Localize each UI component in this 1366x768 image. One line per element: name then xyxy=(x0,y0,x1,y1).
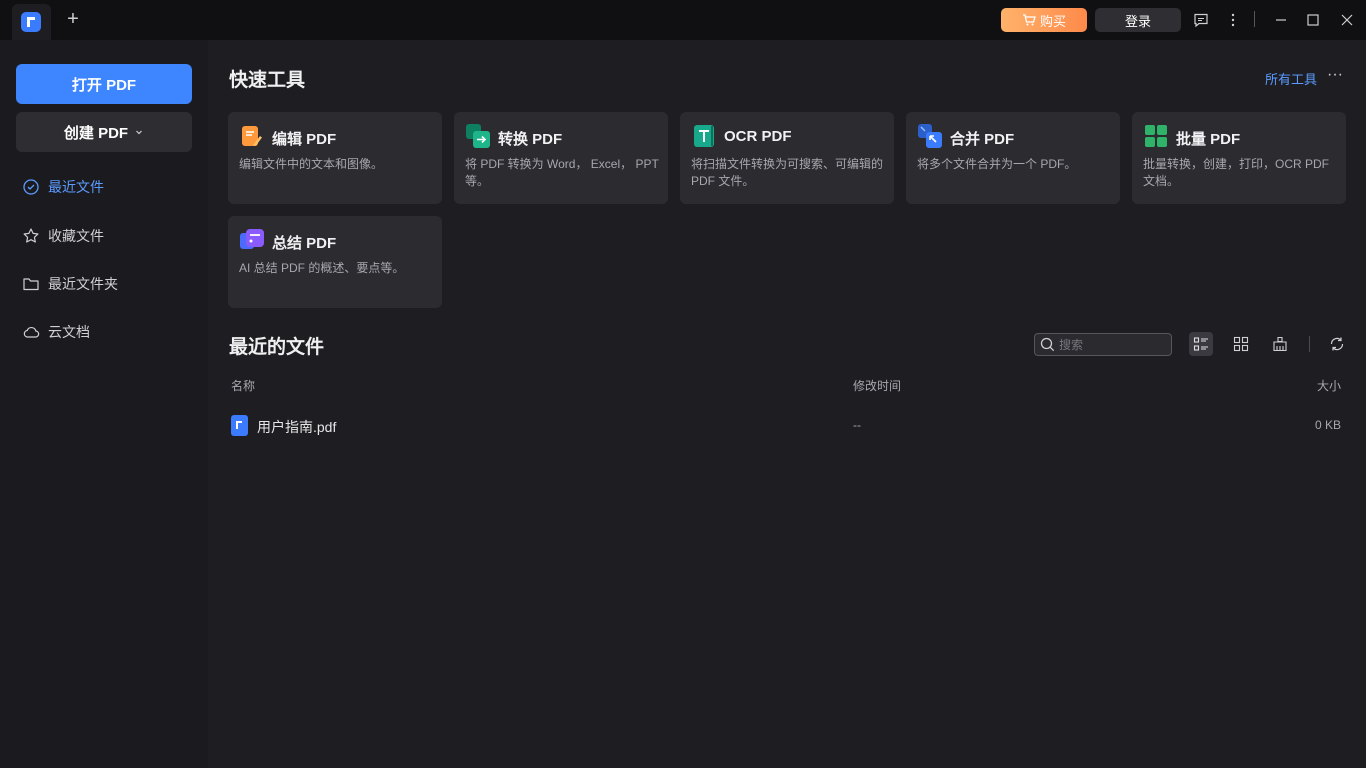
close-icon[interactable] xyxy=(1336,9,1358,31)
create-pdf-button[interactable]: 创建 PDF xyxy=(16,112,192,152)
tool-card-merge-pdf[interactable]: 合并 PDF 将多个文件合并为一个 PDF。 xyxy=(906,112,1120,204)
buy-button[interactable]: 购买 xyxy=(1001,8,1087,32)
tool-description: AI 总结 PDF 的概述、要点等。 xyxy=(239,261,405,275)
pdf-file-icon xyxy=(231,415,248,436)
more-menu-icon[interactable] xyxy=(1222,9,1244,31)
titlebar-separator xyxy=(1254,11,1255,27)
toolbar-separator xyxy=(1309,336,1310,352)
all-tools-link[interactable]: 所有工具 xyxy=(1265,69,1317,88)
tool-name: OCR PDF xyxy=(724,128,792,145)
create-pdf-label: 创建 PDF xyxy=(63,124,129,142)
login-label: 登录 xyxy=(1124,13,1151,29)
column-header-size[interactable]: 大小 xyxy=(1317,377,1341,394)
file-modified: -- xyxy=(853,418,861,432)
column-header-modified[interactable]: 修改时间 xyxy=(853,377,901,394)
tool-card-edit-pdf[interactable]: 编辑 PDF 编辑文件中的文本和图像。 xyxy=(228,112,442,204)
file-name: 用户指南.pdf xyxy=(257,419,337,435)
search-icon xyxy=(1040,337,1055,352)
open-pdf-label: 打开 PDF xyxy=(71,76,137,94)
sidebar-item-label: 收藏文件 xyxy=(48,228,104,244)
broom-clear-icon xyxy=(1273,336,1287,352)
maximize-icon[interactable] xyxy=(1302,9,1324,31)
buy-label: 购买 xyxy=(1039,13,1066,29)
recent-files-title: 最近的文件 xyxy=(229,337,325,358)
refresh-icon xyxy=(1330,337,1344,351)
ocr-pdf-icon xyxy=(694,125,714,147)
cart-icon xyxy=(1022,14,1036,26)
new-tab-button[interactable]: + xyxy=(62,8,84,30)
grid-view-icon xyxy=(1233,336,1249,352)
convert-pdf-icon xyxy=(466,124,490,148)
app-logo-icon xyxy=(21,12,41,32)
main-content: 快速工具 所有工具 ··· 编辑 PDF 编辑文件中的文本和图像。 转换 PDF… xyxy=(208,40,1366,768)
tool-description: 编辑文件中的文本和图像。 xyxy=(239,157,384,171)
tool-card-batch-pdf[interactable]: 批量 PDF 批量转换，创建，打印，OCR PDF 文档。 xyxy=(1132,112,1346,204)
folder-icon xyxy=(23,278,39,291)
quick-tools-title: 快速工具 xyxy=(229,70,306,91)
sidebar-item-label: 云文档 xyxy=(48,324,90,340)
edit-pdf-icon xyxy=(242,126,262,146)
login-button[interactable]: 登录 xyxy=(1095,8,1181,32)
summarize-pdf-icon xyxy=(240,229,264,249)
column-header-name[interactable]: 名称 xyxy=(231,377,255,394)
more-tools-icon[interactable]: ··· xyxy=(1327,66,1343,84)
sidebar-item-recent-files[interactable]: 最近文件 xyxy=(22,175,104,199)
sidebar-item-recent-folders[interactable]: 最近文件夹 xyxy=(22,272,118,296)
sidebar-item-label: 最近文件 xyxy=(48,179,104,195)
tool-name: 编辑 PDF xyxy=(272,131,337,148)
tool-card-ocr-pdf[interactable]: OCR PDF 将扫描文件转换为可搜索、可编辑的 PDF 文件。 xyxy=(680,112,894,204)
list-view-icon xyxy=(1193,337,1208,351)
clock-icon xyxy=(23,179,39,195)
tool-description: 批量转换，创建，打印，OCR PDF 文档。 xyxy=(1143,157,1330,188)
title-bar: + 购买 登录 xyxy=(0,0,1366,40)
chevron-down-icon xyxy=(136,130,143,135)
clear-list-button[interactable] xyxy=(1268,332,1292,356)
tool-card-convert-pdf[interactable]: 转换 PDF 将 PDF 转换为 Word， Excel， PPT等。 xyxy=(454,112,668,204)
star-icon xyxy=(23,228,39,243)
batch-pdf-icon xyxy=(1145,125,1167,147)
refresh-button[interactable] xyxy=(1325,332,1349,356)
tool-name: 总结 PDF xyxy=(272,235,337,252)
tool-name: 合并 PDF xyxy=(950,131,1015,148)
sidebar-item-favorites[interactable]: 收藏文件 xyxy=(22,224,104,248)
search-input[interactable] xyxy=(1059,336,1167,354)
grid-view-button[interactable] xyxy=(1229,332,1253,356)
open-pdf-button[interactable]: 打开 PDF xyxy=(16,64,192,104)
tool-name: 批量 PDF xyxy=(1176,131,1241,148)
list-view-button[interactable] xyxy=(1189,332,1213,356)
tool-name: 转换 PDF xyxy=(498,131,563,148)
search-box xyxy=(1034,333,1172,356)
merge-pdf-icon xyxy=(918,124,942,148)
tool-card-summarize-pdf[interactable]: 总结 PDF AI 总结 PDF 的概述、要点等。 xyxy=(228,216,442,308)
tool-description: 将 PDF 转换为 Word， Excel， PPT等。 xyxy=(465,157,659,188)
minimize-icon[interactable] xyxy=(1270,9,1292,31)
cloud-icon xyxy=(23,326,40,338)
tool-description: 将扫描文件转换为可搜索、可编辑的 PDF 文件。 xyxy=(691,157,884,188)
sidebar-item-cloud-docs[interactable]: 云文档 xyxy=(22,320,90,344)
tool-description: 将多个文件合并为一个 PDF。 xyxy=(917,157,1077,171)
table-row[interactable]: 用户指南.pdf -- 0 KB xyxy=(228,410,1346,442)
sidebar-item-label: 最近文件夹 xyxy=(48,276,118,292)
sidebar: 打开 PDF 创建 PDF 最近文件 收藏文件 最近文件夹 云文档 xyxy=(0,40,208,768)
file-size: 0 KB xyxy=(1314,418,1341,432)
feedback-icon[interactable] xyxy=(1190,9,1212,31)
home-tab[interactable] xyxy=(12,4,51,40)
